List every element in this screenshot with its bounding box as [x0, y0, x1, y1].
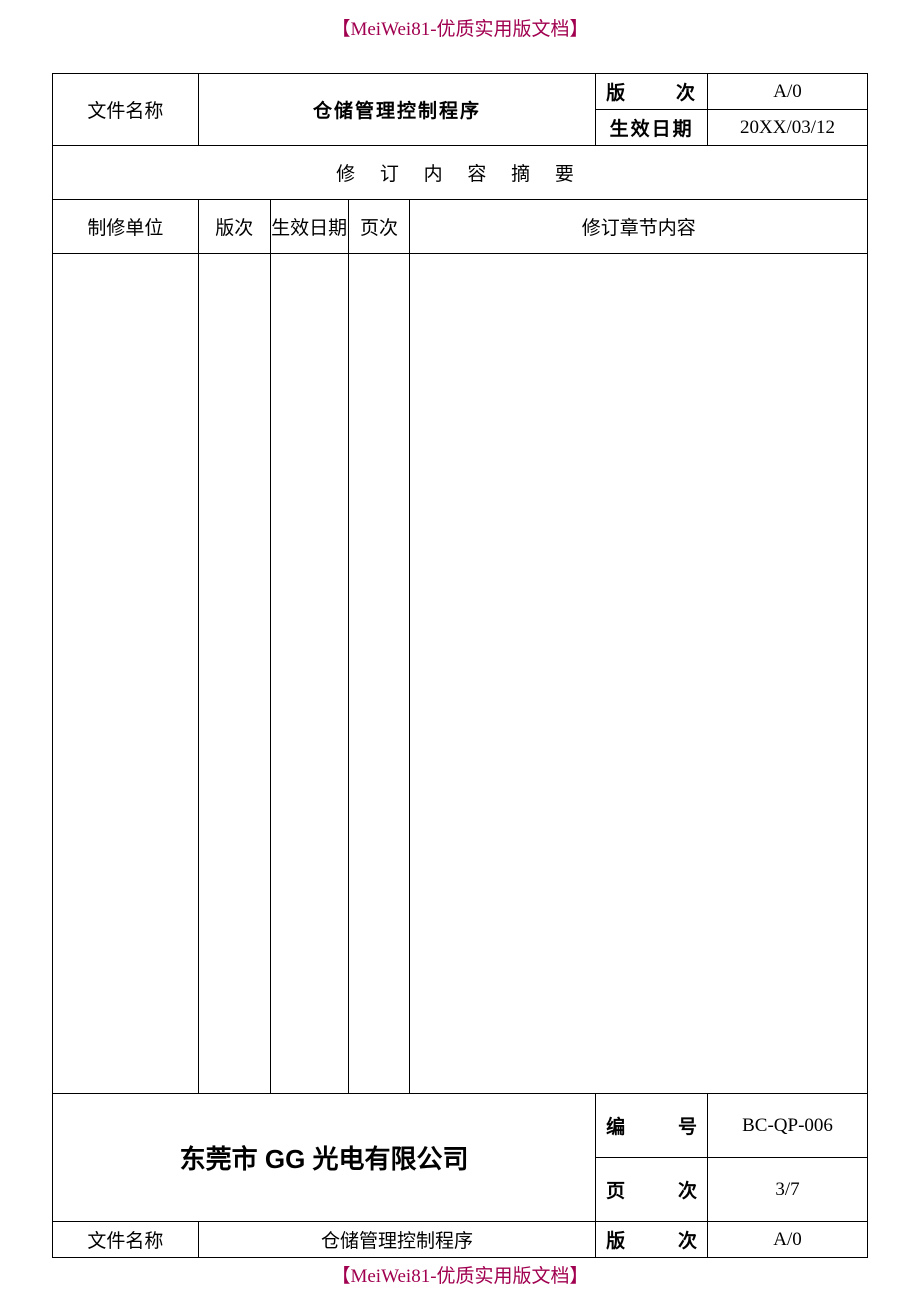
body-unit — [53, 254, 199, 1094]
body-page — [348, 254, 410, 1094]
header-row-1: 文件名称 仓储管理控制程序 版次 A/0 — [53, 74, 868, 110]
col-page: 页次 — [348, 200, 410, 254]
footer-row-1: 东莞市 GG 光电有限公司 编号 BC-QP-006 — [53, 1094, 868, 1158]
footer-row-3: 文件名称 仓储管理控制程序 版次 A/0 — [53, 1222, 868, 1258]
version-value: A/0 — [708, 74, 868, 110]
footer-version-value: A/0 — [708, 1222, 868, 1258]
summary-title: 修 订 内 容 摘 要 — [53, 146, 868, 200]
version-label: 版次 — [596, 74, 708, 110]
effective-date-value: 20XX/03/12 — [708, 110, 868, 146]
body-version — [198, 254, 270, 1094]
body-content — [410, 254, 868, 1094]
footer-version-label: 版次 — [596, 1222, 708, 1258]
body-row — [53, 254, 868, 1094]
column-header-row: 制修单位 版次 生效日期 页次 修订章节内容 — [53, 200, 868, 254]
page-label: 页次 — [596, 1158, 708, 1222]
company-name: 东莞市 GG 光电有限公司 — [180, 1144, 469, 1174]
footer-filename-label: 文件名称 — [53, 1222, 199, 1258]
col-version: 版次 — [198, 200, 270, 254]
col-unit: 制修单位 — [53, 200, 199, 254]
body-date — [270, 254, 348, 1094]
page-value: 3/7 — [708, 1158, 868, 1222]
effective-date-label: 生效日期 — [596, 110, 708, 146]
summary-title-row: 修 订 内 容 摘 要 — [53, 146, 868, 200]
code-label: 编号 — [596, 1094, 708, 1158]
watermark-footer: 【MeiWei81-优质实用版文档】 — [0, 1261, 920, 1288]
code-value: BC-QP-006 — [708, 1094, 868, 1158]
watermark-header: 【MeiWei81-优质实用版文档】 — [0, 14, 920, 41]
file-name-label: 文件名称 — [53, 74, 199, 146]
document-table: 文件名称 仓储管理控制程序 版次 A/0 生效日期 20XX/03/12 修 订… — [52, 73, 868, 1258]
col-date: 生效日期 — [270, 200, 348, 254]
col-content: 修订章节内容 — [410, 200, 868, 254]
company-cell: 东莞市 GG 光电有限公司 — [53, 1094, 596, 1222]
file-name-value: 仓储管理控制程序 — [198, 74, 595, 146]
footer-filename-value: 仓储管理控制程序 — [198, 1222, 595, 1258]
